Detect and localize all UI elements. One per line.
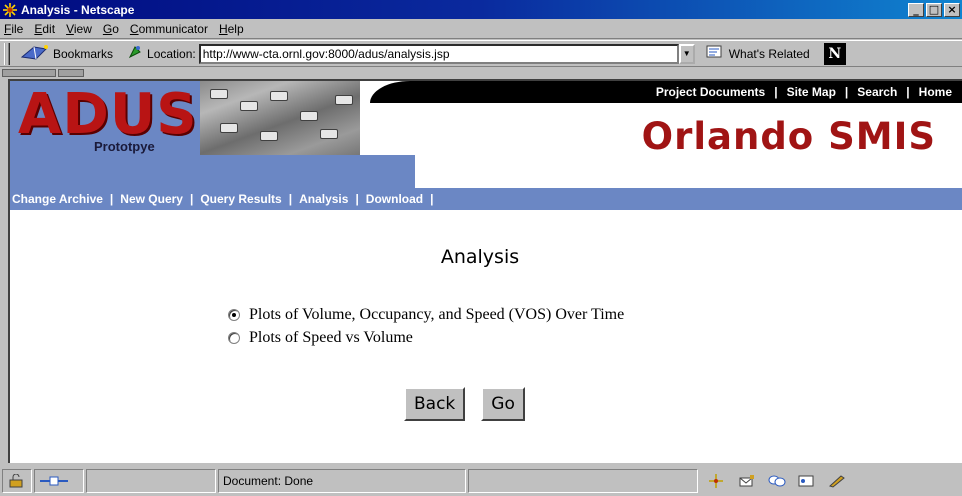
traffic-photo [200, 81, 360, 155]
option-speed-vs-volume[interactable]: Plots of Speed vs Volume [228, 326, 624, 349]
close-button[interactable]: × [944, 2, 960, 17]
mail-icon[interactable] [738, 474, 754, 488]
progress-area [86, 469, 216, 493]
whats-related-button[interactable]: What's Related [705, 43, 810, 64]
status-text: Document: Done [218, 469, 466, 493]
menu-view[interactable]: View [66, 22, 92, 36]
status-bar: Document: Done [0, 466, 962, 496]
window-title: Analysis - Netscape [21, 2, 135, 17]
location-toolbar: Bookmarks Location: http://www-cta.ornl.… [0, 40, 962, 67]
security-lock-icon[interactable] [2, 469, 32, 493]
newsgroup-icon[interactable] [768, 474, 786, 488]
toolbar-tab-2[interactable] [58, 69, 84, 77]
netscape-n-logo[interactable]: N [823, 42, 846, 65]
site-title: Orlando SMIS [641, 115, 936, 158]
url-input[interactable]: http://www-cta.ornl.gov:8000/adus/analys… [198, 43, 679, 64]
analysis-options: Plots of Volume, Occupancy, and Speed (V… [228, 303, 624, 349]
option-speed-label: Plots of Speed vs Volume [249, 328, 413, 346]
radio-vos-over-time[interactable] [228, 308, 240, 321]
connection-icon [34, 469, 84, 493]
collapsed-toolbar-tabs [0, 68, 962, 78]
menu-go[interactable]: Go [103, 22, 119, 36]
link-query-results[interactable]: Query Results [200, 192, 281, 206]
address-book-icon[interactable] [798, 474, 814, 488]
logo-area: ADUS Prototpye [10, 81, 225, 188]
composer-icon[interactable] [828, 474, 845, 488]
status-spacer [468, 469, 698, 493]
photo-strip [200, 155, 415, 188]
top-nav: Project Documents | Site Map | Search | … [370, 81, 962, 103]
go-button[interactable]: Go [481, 387, 525, 421]
radio-speed-vs-volume[interactable] [228, 331, 240, 344]
link-site-map[interactable]: Site Map [787, 85, 836, 99]
toolbar-grip[interactable] [4, 42, 10, 65]
url-dropdown-button[interactable]: ▼ [678, 43, 695, 64]
link-analysis[interactable]: Analysis [299, 192, 348, 206]
whats-related-icon [705, 43, 725, 64]
menu-help[interactable]: Help [219, 22, 244, 36]
option-vos-label: Plots of Volume, Occupancy, and Speed (V… [249, 305, 625, 323]
location-label: Location: [127, 44, 196, 63]
menu-file[interactable]: File [4, 22, 23, 36]
bookmarks-icon [20, 43, 50, 64]
site-banner: ADUS Prototpye Project Documents | Site … [10, 81, 962, 188]
back-button[interactable]: Back [404, 387, 466, 421]
link-change-archive[interactable]: Change Archive [12, 192, 103, 206]
link-new-query[interactable]: New Query [120, 192, 183, 206]
netscape-icon [2, 2, 18, 18]
link-home[interactable]: Home [919, 85, 952, 99]
adus-logo-text: ADUS [18, 82, 198, 147]
link-download[interactable]: Download [366, 192, 423, 206]
sub-nav: Change Archive | New Query | Query Resul… [10, 188, 962, 210]
link-search[interactable]: Search [857, 85, 897, 99]
menu-bar: File Edit View Go Communicator Help [0, 19, 962, 39]
bookmarks-label: Bookmarks [53, 46, 114, 61]
page-title: Analysis [440, 246, 520, 268]
bookmarks-button[interactable]: Bookmarks [20, 43, 113, 64]
link-project-documents[interactable]: Project Documents [656, 85, 765, 99]
minimize-button[interactable]: _ [908, 2, 924, 17]
toolbar-tab-1[interactable] [2, 69, 56, 77]
adus-logo-subtext: Prototpye [94, 139, 155, 154]
page-content: ADUS Prototpye Project Documents | Site … [8, 79, 962, 463]
title-bar: Analysis - Netscape _ □ × [0, 0, 962, 19]
menu-communicator[interactable]: Communicator [130, 22, 208, 36]
option-vos-over-time[interactable]: Plots of Volume, Occupancy, and Speed (V… [228, 303, 624, 326]
location-icon [127, 44, 143, 63]
maximize-button[interactable]: □ [926, 2, 942, 17]
menu-edit[interactable]: Edit [34, 22, 55, 36]
navigator-icon[interactable] [708, 474, 724, 488]
